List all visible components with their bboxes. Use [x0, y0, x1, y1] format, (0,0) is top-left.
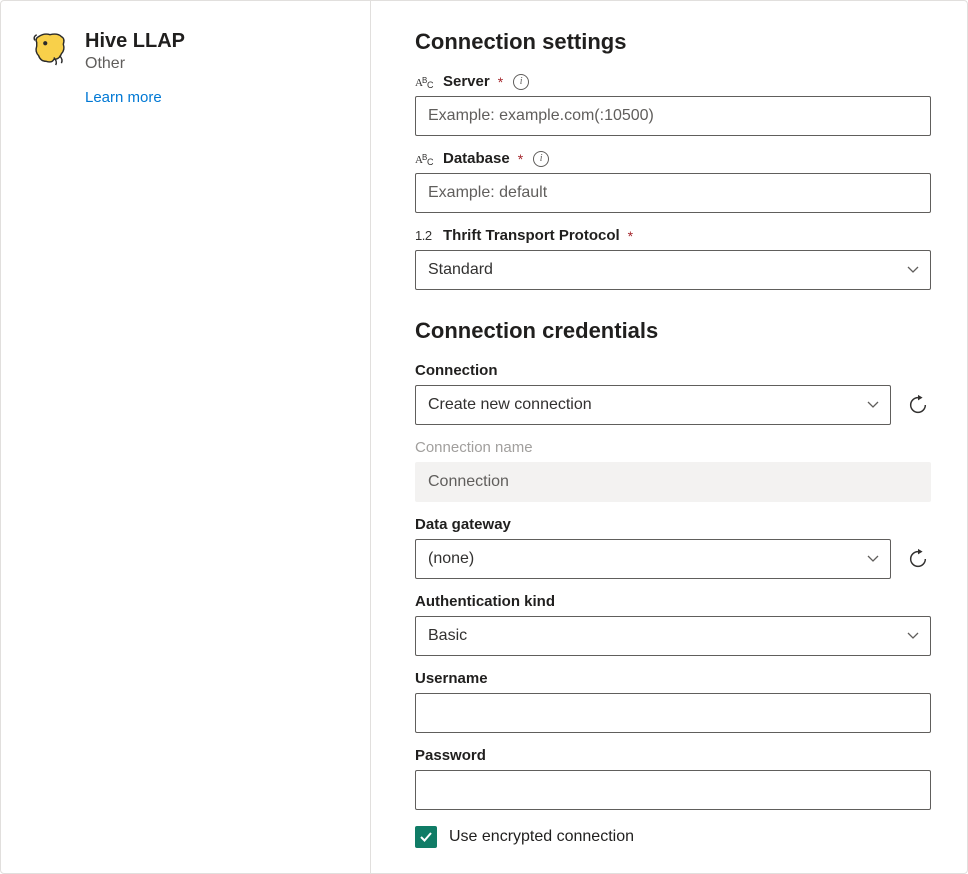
- chevron-down-icon: [906, 263, 920, 277]
- connection-label: Connection: [415, 362, 498, 379]
- database-input[interactable]: [415, 173, 931, 213]
- auth-kind-value: Basic: [428, 627, 467, 645]
- auth-kind-select[interactable]: Basic: [415, 616, 931, 656]
- label-row: 1.2 Thrift Transport Protocol *: [415, 227, 931, 244]
- svg-text:C: C: [427, 157, 434, 166]
- connection-select[interactable]: Create new connection: [415, 385, 891, 425]
- info-icon[interactable]: i: [533, 151, 549, 167]
- number-type-icon: 1.2: [415, 228, 437, 243]
- connector-meta: Hive LLAP Other: [85, 29, 185, 73]
- required-indicator: *: [518, 151, 523, 167]
- password-label: Password: [415, 747, 486, 764]
- chevron-down-icon: [866, 398, 880, 412]
- connection-name-label: Connection name: [415, 439, 533, 456]
- data-gateway-select[interactable]: (none): [415, 539, 891, 579]
- field-protocol: 1.2 Thrift Transport Protocol * Standard: [415, 227, 931, 290]
- database-label: Database: [443, 150, 510, 167]
- label-row: ABC Database * i: [415, 150, 931, 167]
- encrypted-label: Use encrypted connection: [449, 828, 634, 846]
- protocol-value: Standard: [428, 261, 493, 279]
- server-label: Server: [443, 73, 490, 90]
- label-row: Connection: [415, 362, 931, 379]
- protocol-label: Thrift Transport Protocol: [443, 227, 620, 244]
- data-gateway-value: (none): [428, 550, 474, 568]
- connection-name-input: [415, 462, 931, 502]
- field-connection: Connection Create new connection: [415, 362, 931, 425]
- field-username: Username: [415, 670, 931, 733]
- field-data-gateway: Data gateway (none): [415, 516, 931, 579]
- info-icon[interactable]: i: [513, 74, 529, 90]
- username-label: Username: [415, 670, 488, 687]
- label-row: Username: [415, 670, 931, 687]
- connector-title: Hive LLAP: [85, 29, 185, 53]
- sidebar: Hive LLAP Other Learn more: [1, 1, 371, 873]
- chevron-down-icon: [866, 552, 880, 566]
- connector-header: Hive LLAP Other: [31, 29, 346, 73]
- hive-icon: [31, 29, 69, 67]
- connector-subtitle: Other: [85, 55, 185, 73]
- refresh-gateway-button[interactable]: [905, 546, 931, 572]
- password-input[interactable]: [415, 770, 931, 810]
- label-row: Password: [415, 747, 931, 764]
- encrypted-checkbox[interactable]: [415, 826, 437, 848]
- field-encrypted: Use encrypted connection: [415, 826, 931, 848]
- label-row: Connection name: [415, 439, 931, 456]
- auth-kind-label: Authentication kind: [415, 593, 555, 610]
- label-row: ABC Server * i: [415, 73, 931, 90]
- field-auth-kind: Authentication kind Basic: [415, 593, 931, 656]
- username-input[interactable]: [415, 693, 931, 733]
- data-gateway-label: Data gateway: [415, 516, 511, 533]
- field-server: ABC Server * i: [415, 73, 931, 136]
- required-indicator: *: [628, 228, 633, 244]
- chevron-down-icon: [906, 629, 920, 643]
- learn-more-link[interactable]: Learn more: [85, 89, 346, 106]
- server-input[interactable]: [415, 96, 931, 136]
- field-password: Password: [415, 747, 931, 810]
- svg-text:C: C: [427, 80, 434, 89]
- dialog-root: Hive LLAP Other Learn more Connection se…: [0, 0, 968, 874]
- refresh-connection-button[interactable]: [905, 392, 931, 418]
- section-credentials-title: Connection credentials: [415, 318, 931, 344]
- text-type-icon: ABC: [415, 75, 437, 89]
- section-settings-title: Connection settings: [415, 29, 931, 55]
- connection-value: Create new connection: [428, 396, 592, 414]
- protocol-select[interactable]: Standard: [415, 250, 931, 290]
- text-type-icon: ABC: [415, 152, 437, 166]
- required-indicator: *: [498, 74, 503, 90]
- label-row: Authentication kind: [415, 593, 931, 610]
- field-connection-name: Connection name: [415, 439, 931, 502]
- main-panel: Connection settings ABC Server * i ABC D…: [371, 1, 967, 873]
- label-row: Data gateway: [415, 516, 931, 533]
- field-database: ABC Database * i: [415, 150, 931, 213]
